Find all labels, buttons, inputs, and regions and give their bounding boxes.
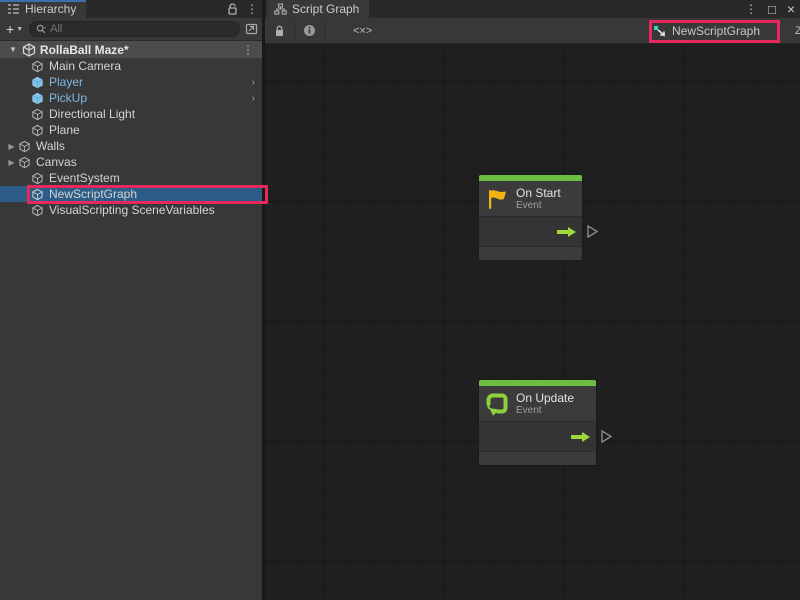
script-graph-tab-label: Script Graph: [292, 2, 359, 16]
loop-icon: [484, 391, 510, 417]
tree-row-walls[interactable]: ▶ Walls: [0, 138, 262, 154]
gameobject-cube-icon: [31, 59, 45, 73]
scene-kebab-icon[interactable]: ⋮: [242, 43, 254, 57]
tree-row-label: Plane: [49, 123, 80, 137]
node-footer: [479, 452, 596, 465]
tree-row-directional-light[interactable]: Directional Light: [0, 106, 262, 122]
node-subtitle: Event: [516, 405, 574, 417]
tree-row-eventsystem[interactable]: EventSystem: [0, 170, 262, 186]
node-subtitle: Event: [516, 200, 561, 212]
close-icon[interactable]: ×: [787, 1, 795, 17]
tab-script-graph[interactable]: Script Graph: [267, 0, 369, 18]
zoom-label: Zoom: [795, 25, 800, 37]
hierarchy-search-field[interactable]: [29, 21, 240, 37]
node-port-row: [479, 217, 582, 247]
tree-row-label: Canvas: [36, 155, 77, 169]
tree-row-label: VisualScripting SceneVariables: [49, 203, 215, 217]
search-icon: [36, 24, 47, 35]
tree-row-label: Player: [49, 75, 83, 89]
graph-lock-button[interactable]: [265, 18, 294, 43]
scene-header-row[interactable]: ▼ RollaBall Maze* ⋮: [0, 41, 262, 58]
zoom-control: Zoom 1x: [795, 18, 800, 44]
window-menu-kebab-icon[interactable]: ⋮: [745, 2, 757, 16]
gameobject-cube-icon: [31, 123, 45, 137]
tree-row-newscriptgraph[interactable]: NewScriptGraph: [0, 186, 262, 202]
hierarchy-tree: ▼ RollaBall Maze* ⋮ Main Camera: [0, 41, 262, 218]
tree-row-label: NewScriptGraph: [49, 187, 137, 201]
prefab-cube-icon: [31, 91, 45, 105]
node-on-start[interactable]: On Start Event: [479, 175, 582, 260]
gameobject-cube-icon: [31, 171, 45, 185]
dropdown-caret-icon: ▼: [16, 26, 23, 33]
node-title: On Update: [516, 391, 574, 405]
hierarchy-toolbar: +▼: [0, 18, 262, 41]
tree-row-pickup[interactable]: PickUp ›: [0, 90, 262, 106]
graph-toolbar: <×> NewScriptGraph Zoom 1x Relations: [265, 18, 800, 44]
maximize-icon[interactable]: □: [768, 2, 776, 17]
tree-row-canvas[interactable]: ▶ Canvas: [0, 154, 262, 170]
graph-canvas[interactable]: On Start Event: [265, 44, 800, 600]
gameobject-cube-icon: [31, 107, 45, 121]
search-input[interactable]: [50, 23, 233, 35]
tree-row-label: EventSystem: [49, 171, 120, 185]
graph-tab-strip: Script Graph ⋮ □ ×: [265, 0, 800, 18]
info-icon: [303, 24, 316, 37]
prefab-cube-icon: [31, 75, 45, 89]
unlock-icon[interactable]: [227, 3, 238, 15]
flow-output-arrow-icon[interactable]: [570, 431, 591, 443]
gameobject-cube-icon: [31, 187, 45, 201]
tree-row-visualscripting-scenevariables[interactable]: VisualScripting SceneVariables: [0, 202, 262, 218]
gameobject-cube-icon: [18, 155, 32, 169]
output-port-triangle-icon[interactable]: [586, 224, 599, 239]
output-port-triangle-icon[interactable]: [600, 429, 613, 444]
flag-icon: [484, 186, 510, 212]
create-object-button[interactable]: +▼: [6, 21, 23, 37]
node-footer: [479, 247, 582, 260]
foldout-collapsed-icon[interactable]: ▶: [5, 142, 18, 151]
scene-name: RollaBall Maze*: [40, 43, 129, 57]
hierarchy-menu-kebab-icon[interactable]: ⋮: [246, 2, 258, 16]
graph-name-label: NewScriptGraph: [672, 24, 760, 38]
tree-row-label: Walls: [36, 139, 65, 153]
hierarchy-panel: Hierarchy ⋮ +▼: [0, 0, 265, 600]
node-port-row: [479, 422, 596, 452]
graph-info-button[interactable]: [295, 18, 324, 43]
tree-row-main-camera[interactable]: Main Camera: [0, 58, 262, 74]
unity-editor-window: Hierarchy ⋮ +▼: [0, 0, 800, 600]
script-graph-asset-icon: [653, 25, 667, 38]
flow-output-arrow-icon[interactable]: [556, 226, 577, 238]
node-title: On Start: [516, 186, 561, 200]
prefab-chevron-icon[interactable]: ›: [252, 93, 255, 104]
tree-row-label: Main Camera: [49, 59, 121, 73]
prefab-chevron-icon[interactable]: ›: [252, 77, 255, 88]
graph-name-breadcrumb[interactable]: NewScriptGraph: [653, 18, 760, 44]
foldout-collapsed-icon[interactable]: ▶: [5, 158, 18, 167]
gameobject-cube-icon: [18, 139, 32, 153]
tree-row-plane[interactable]: Plane: [0, 122, 262, 138]
pick-window-icon: [245, 23, 258, 35]
scene-foldout-icon[interactable]: ▼: [9, 45, 17, 54]
graph-nodes-icon: [274, 3, 287, 15]
hierarchy-tab-strip: Hierarchy ⋮: [0, 0, 262, 18]
toolbar-separator: [324, 21, 325, 40]
hierarchy-list-icon: [7, 3, 20, 15]
tree-row-player[interactable]: Player ›: [0, 74, 262, 90]
tree-row-label: Directional Light: [49, 107, 135, 121]
scene-picker-button[interactable]: [245, 23, 258, 35]
variables-icon: <×>: [353, 25, 372, 37]
hierarchy-tab-label: Hierarchy: [25, 2, 76, 16]
script-graph-panel: Script Graph ⋮ □ ×: [265, 0, 800, 600]
gameobject-cube-icon: [31, 203, 45, 217]
node-on-update[interactable]: On Update Event: [479, 380, 596, 465]
tree-row-label: PickUp: [49, 91, 87, 105]
graph-variables-button[interactable]: <×>: [345, 18, 380, 43]
unity-scene-icon: [22, 43, 36, 57]
tab-hierarchy[interactable]: Hierarchy: [0, 0, 86, 18]
lock-icon: [274, 25, 285, 37]
